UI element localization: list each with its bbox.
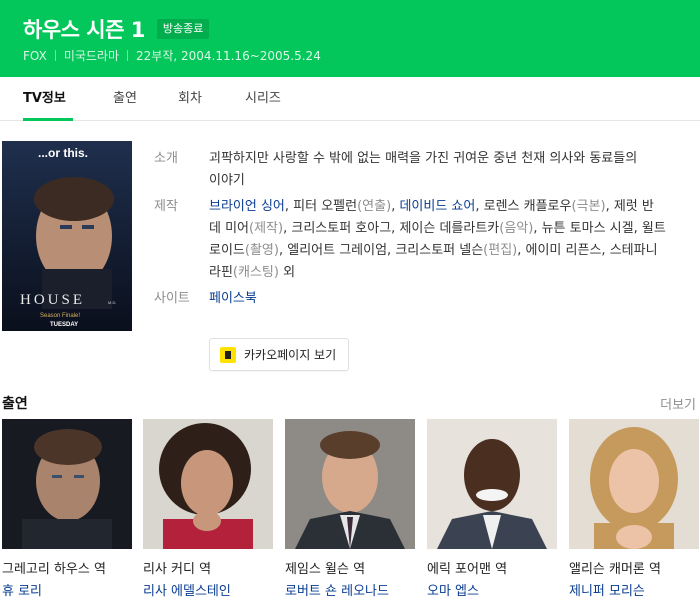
tab-label: TV정보 <box>23 91 66 106</box>
poster-logo: HOUSE <box>20 292 85 308</box>
intro-text: 괴팍하지만 사랑할 수 밖에 없는 매력을 가진 귀여운 중년 천재 의사와 동… <box>209 151 638 188</box>
tab-episodes[interactable]: 회차 <box>178 77 202 121</box>
portrait-image <box>285 419 415 549</box>
kakao-page-icon <box>220 346 236 363</box>
meta-divider <box>127 50 129 61</box>
page-title: 하우스 시즌 1 <box>23 18 145 42</box>
cast-role: 에릭 포어맨 역 <box>427 562 508 577</box>
site-label: 사이트 <box>154 291 190 306</box>
credit-name: 크리스토퍼 호아그 <box>291 221 392 236</box>
title-row: 하우스 시즌 1 방송종료 <box>23 14 210 44</box>
production-credits: 브라이언 싱어, 피터 오펠런(연출), 데이비드 쇼어, 로렌스 캐플로우(극… <box>209 199 666 280</box>
credit-name-link[interactable]: 데이비드 쇼어 <box>399 199 475 214</box>
cast-name-link[interactable]: 휴 로리 <box>2 580 134 599</box>
credit-role: (편집) <box>483 243 518 258</box>
credit-name: 뉴튼 토마스 시겔 <box>541 221 634 236</box>
poster-image[interactable]: ...or this. HOUSE M.D. Season Finale! TU… <box>2 141 132 331</box>
cast-photo[interactable] <box>143 419 273 549</box>
meta-episodes: 22부작, 2004.11.16~2005.5.24 <box>136 49 321 63</box>
meta-divider <box>54 50 56 61</box>
cast-photo[interactable] <box>427 419 557 549</box>
cast-list: 그레고리 하우스 역 휴 로리 리사 커디 역 리사 에델스테인 제임스 윌슨 … <box>0 419 700 601</box>
meta-network: FOX <box>23 48 47 63</box>
credit-role: (연출) <box>357 199 392 214</box>
kakao-page-button[interactable]: 카카오페이지 보기 <box>209 338 350 371</box>
credit-name: 피터 오펠런 <box>293 199 358 214</box>
tab-label: 출연 <box>113 91 137 106</box>
cast-item[interactable]: 그레고리 하우스 역 휴 로리 <box>2 419 134 599</box>
cast-item[interactable]: 에릭 포어맨 역 오마 엡스 <box>427 419 559 599</box>
cast-name-link[interactable]: 로버트 숀 레오나드 <box>285 580 417 599</box>
poster-caption-finale: Season Finale! <box>40 313 80 319</box>
tab-label: 회차 <box>178 91 202 106</box>
tab-cast[interactable]: 출연 <box>113 77 137 121</box>
credit-name: 로렌스 캐플로우 <box>483 199 572 214</box>
credit-name: 엘리어트 그레이엄 <box>287 243 388 258</box>
cast-name-link[interactable]: 리사 에델스테인 <box>143 580 275 599</box>
kakao-button-label: 카카오페이지 보기 <box>244 348 337 362</box>
tab-tv-info[interactable]: TV정보 <box>23 77 66 121</box>
cast-item[interactable]: 제임스 윌슨 역 로버트 숀 레오나드 <box>285 419 417 599</box>
status-badge: 방송종료 <box>156 19 210 39</box>
cast-photo[interactable] <box>285 419 415 549</box>
info-row-site: 사이트 페이스북 <box>154 288 674 310</box>
cast-role: 그레고리 하우스 역 <box>2 562 106 577</box>
credit-role: (캐스팅) <box>232 265 279 280</box>
portrait-image <box>569 419 699 549</box>
tab-label: 시리즈 <box>245 91 281 106</box>
cast-photo[interactable] <box>2 419 132 549</box>
poster-logo-suffix: M.D. <box>108 300 116 305</box>
credit-role: (극본) <box>571 199 606 214</box>
credit-name: 에이미 리픈스 <box>525 243 602 258</box>
portrait-image <box>143 419 273 549</box>
poster-art: ...or this. HOUSE M.D. Season Finale! TU… <box>2 141 132 331</box>
tab-series[interactable]: 시리즈 <box>245 77 281 121</box>
info-row-intro: 소개 괴팍하지만 사랑할 수 밖에 없는 매력을 가진 귀여운 중년 천재 의사… <box>154 148 674 192</box>
poster-caption-day: TUESDAY <box>50 322 78 328</box>
tv-info-section: 소개 괴팍하지만 사랑할 수 밖에 없는 매력을 가진 귀여운 중년 천재 의사… <box>154 148 674 314</box>
header: 하우스 시즌 1 방송종료 FOX 미국드라마 22부작, 2004.11.16… <box>0 0 700 77</box>
meta-row: FOX 미국드라마 22부작, 2004.11.16~2005.5.24 <box>23 47 321 64</box>
cast-photo[interactable] <box>569 419 699 549</box>
credit-name-link[interactable]: 브라이언 싱어 <box>209 199 285 214</box>
credit-role: (촬영) <box>244 243 279 258</box>
production-label: 제작 <box>154 199 178 214</box>
cast-role: 제임스 윌슨 역 <box>285 562 366 577</box>
tab-bar: TV정보 출연 회차 시리즈 <box>0 77 700 121</box>
credit-role: (제작) <box>249 221 284 236</box>
credit-role: (음악) <box>499 221 534 236</box>
portrait-image <box>2 419 132 549</box>
facebook-link[interactable]: 페이스북 <box>209 291 257 306</box>
cast-role: 앨리슨 캐머론 역 <box>569 562 661 577</box>
active-tab-indicator <box>23 118 73 121</box>
meta-genre: 미국드라마 <box>63 49 120 63</box>
credit-name: 제이슨 데를라트카 <box>399 221 500 236</box>
more-link[interactable]: 더보기 <box>660 394 696 413</box>
intro-label: 소개 <box>154 151 178 166</box>
cast-item[interactable]: 리사 커디 역 리사 에델스테인 <box>143 419 275 599</box>
info-row-production: 제작 브라이언 싱어, 피터 오펠런(연출), 데이비드 쇼어, 로렌스 캐플로… <box>154 196 674 284</box>
poster-tagline: ...or this. <box>38 146 88 160</box>
cast-role: 리사 커디 역 <box>143 562 212 577</box>
cast-name-link[interactable]: 오마 엡스 <box>427 580 559 599</box>
credit-suffix: 외 <box>278 265 296 280</box>
cast-item[interactable]: 앨리슨 캐머론 역 제니퍼 모리슨 <box>569 419 700 599</box>
cast-heading: 출연 <box>2 396 28 412</box>
portrait-image <box>427 419 557 549</box>
credit-name: 크리스토퍼 넬슨 <box>395 243 484 258</box>
cast-name-link[interactable]: 제니퍼 모리슨 <box>569 580 700 599</box>
